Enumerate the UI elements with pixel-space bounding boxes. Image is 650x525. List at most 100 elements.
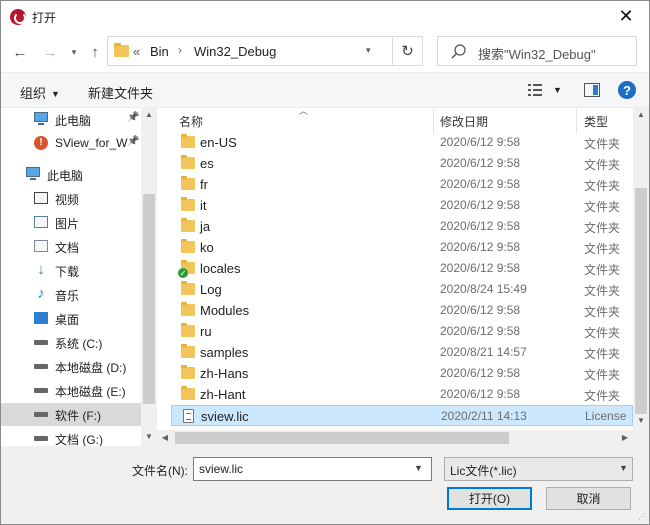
cancel-button[interactable]: 取消 [546, 487, 631, 510]
nav-item[interactable]: 系统 (C:) [1, 331, 141, 354]
scroll-down-icon[interactable]: ▼ [141, 432, 157, 441]
nav-item[interactable]: 桌面 [1, 307, 141, 330]
nav-item[interactable]: 本地磁盘 (E:) [1, 379, 141, 402]
computer-icon [25, 166, 41, 182]
navigation-pane: ▲ ▼ 此电脑 📌! SView_for_W 📌 此电脑 视频 图片 文档 ↓ 下载 ♪ 音乐 桌面 系统… [1, 108, 157, 446]
scroll-up-icon[interactable]: ▲ [633, 110, 649, 119]
drive-icon [33, 382, 49, 398]
scroll-left-icon[interactable]: ◀ [157, 433, 173, 442]
file-list-vertical-scrollbar[interactable]: ▲ ▼ [633, 108, 649, 430]
new-folder-button[interactable]: 新建文件夹 [88, 83, 153, 102]
help-icon[interactable]: ? [618, 81, 636, 99]
filename-input[interactable]: sview.lic [193, 457, 432, 481]
column-divider[interactable] [433, 108, 434, 134]
file-row[interactable]: zh-Hant 2020/6/12 9:58 文件夹 [171, 384, 633, 405]
nav-item-label: 桌面 [55, 313, 80, 327]
refresh-button[interactable]: ↻ [393, 36, 423, 66]
file-row[interactable]: sview.lic 2020/2/11 14:13 License [171, 405, 633, 426]
folder-icon [114, 43, 129, 57]
file-date: 2020/6/12 9:58 [440, 387, 521, 401]
nav-item[interactable]: 此电脑 📌 [1, 108, 141, 131]
nav-item[interactable]: ♪ 音乐 [1, 283, 141, 306]
close-button[interactable]: ✕ [603, 1, 649, 32]
preview-pane-icon[interactable] [584, 83, 600, 97]
nav-item[interactable]: ! SView_for_W 📌 [1, 132, 141, 155]
file-type: 文件夹 [584, 137, 621, 151]
search-box[interactable]: 搜索"Win32_Debug" [437, 36, 637, 66]
file-name: ja [200, 219, 211, 234]
filename-history-dropdown-icon[interactable]: ▼ [414, 463, 423, 473]
file-row[interactable]: ko 2020/6/12 9:58 文件夹 [171, 237, 633, 258]
scroll-right-icon[interactable]: ▶ [617, 433, 633, 442]
forward-button[interactable]: → [40, 42, 60, 62]
column-type[interactable]: 类型 [584, 113, 608, 130]
file-row[interactable]: zh-Hans 2020/6/12 9:58 文件夹 [171, 363, 633, 384]
nav-item-label: 软件 (F:) [55, 409, 101, 423]
file-row[interactable]: samples 2020/8/21 14:57 文件夹 [171, 342, 633, 363]
file-type-filter-select[interactable]: Lic文件(*.lic) [444, 457, 633, 481]
column-header: ︿ 名称 修改日期 类型 [171, 108, 633, 134]
address-dropdown-icon[interactable]: ▾ [366, 45, 371, 56]
file-row[interactable]: fr 2020/6/12 9:58 文件夹 [171, 174, 633, 195]
pin-icon[interactable]: 📌 [127, 112, 139, 123]
view-caret-icon[interactable]: ▼ [553, 85, 562, 95]
nav-item[interactable]: 本地磁盘 (D:) [1, 355, 141, 378]
file-row[interactable]: Log 2020/8/24 15:49 文件夹 [171, 279, 633, 300]
file-row[interactable]: en-US 2020/6/12 9:58 文件夹 [171, 132, 633, 153]
nav-scrollbar[interactable]: ▲ ▼ [141, 108, 157, 446]
arrow-left-icon: ← [12, 43, 28, 61]
chevron-down-icon: ▾ [71, 46, 77, 57]
file-type: 文件夹 [584, 200, 621, 214]
folder-icon [181, 155, 195, 169]
file-row[interactable]: ja 2020/6/12 9:58 文件夹 [171, 216, 633, 237]
recent-locations-button[interactable]: ▾ [64, 42, 84, 62]
search-icon [451, 44, 466, 59]
nav-item[interactable]: 此电脑 [1, 163, 141, 186]
pin-icon[interactable]: 📌 [127, 136, 139, 147]
chevron-down-icon[interactable]: ▼ [619, 463, 628, 473]
organize-button[interactable]: 组织 ▼ [20, 83, 60, 102]
chevron-right-icon[interactable]: › [178, 43, 182, 57]
nav-item[interactable]: 文档 [1, 235, 141, 258]
vertical-scrollbar-thumb[interactable] [635, 188, 647, 414]
back-button[interactable]: ← [10, 42, 30, 62]
file-row[interactable]: ✓ locales 2020/6/12 9:58 文件夹 [171, 258, 633, 279]
file-row[interactable]: ru 2020/6/12 9:58 文件夹 [171, 321, 633, 342]
file-type: 文件夹 [584, 179, 621, 193]
resize-grip-icon[interactable]: ⋰ [638, 512, 646, 521]
nav-item-label: 文档 [55, 241, 80, 255]
file-row[interactable]: Modules 2020/6/12 9:58 文件夹 [171, 300, 633, 321]
file-name: zh-Hans [200, 366, 249, 381]
nav-item[interactable]: 视频 [1, 187, 141, 210]
up-button[interactable]: ↑ [85, 42, 105, 62]
folder-icon [181, 365, 195, 379]
column-name[interactable]: 名称 [179, 113, 203, 130]
nav-item[interactable]: 文档 (G:) [1, 427, 141, 446]
breadcrumb-win32-debug[interactable]: Win32_Debug [194, 44, 276, 59]
nav-item-label: 视频 [55, 193, 80, 207]
scroll-up-icon[interactable]: ▲ [141, 110, 157, 119]
file-list-horizontal-scrollbar[interactable]: ◀ ▶ [157, 430, 633, 446]
breadcrumb-bin[interactable]: Bin [150, 44, 169, 59]
horizontal-scrollbar-thumb[interactable] [175, 432, 509, 444]
column-date[interactable]: 修改日期 [440, 113, 488, 130]
file-name: samples [200, 345, 249, 360]
nav-scrollbar-thumb[interactable] [143, 194, 155, 404]
open-button[interactable]: 打开(O) [447, 487, 532, 510]
column-divider[interactable] [576, 108, 577, 134]
nav-item-label: 此电脑 [55, 114, 92, 128]
breadcrumb-overflow[interactable]: « [133, 44, 140, 59]
file-type: 文件夹 [584, 284, 621, 298]
scroll-down-icon[interactable]: ▼ [633, 416, 649, 425]
view-options-icon[interactable] [528, 84, 542, 96]
nav-item-label: 此电脑 [47, 169, 84, 183]
nav-item[interactable]: 软件 (F:) [1, 403, 141, 426]
file-row[interactable]: es 2020/6/12 9:58 文件夹 [171, 153, 633, 174]
file-date: 2020/6/12 9:58 [440, 177, 521, 191]
nav-item[interactable]: 图片 [1, 211, 141, 234]
address-bar[interactable]: « Bin › Win32_Debug ▾ [107, 36, 393, 66]
filename-label: 文件名(N): [132, 464, 188, 478]
file-row[interactable]: it 2020/6/12 9:58 文件夹 [171, 195, 633, 216]
nav-item[interactable]: ↓ 下载 [1, 259, 141, 282]
file-type: 文件夹 [584, 326, 621, 340]
